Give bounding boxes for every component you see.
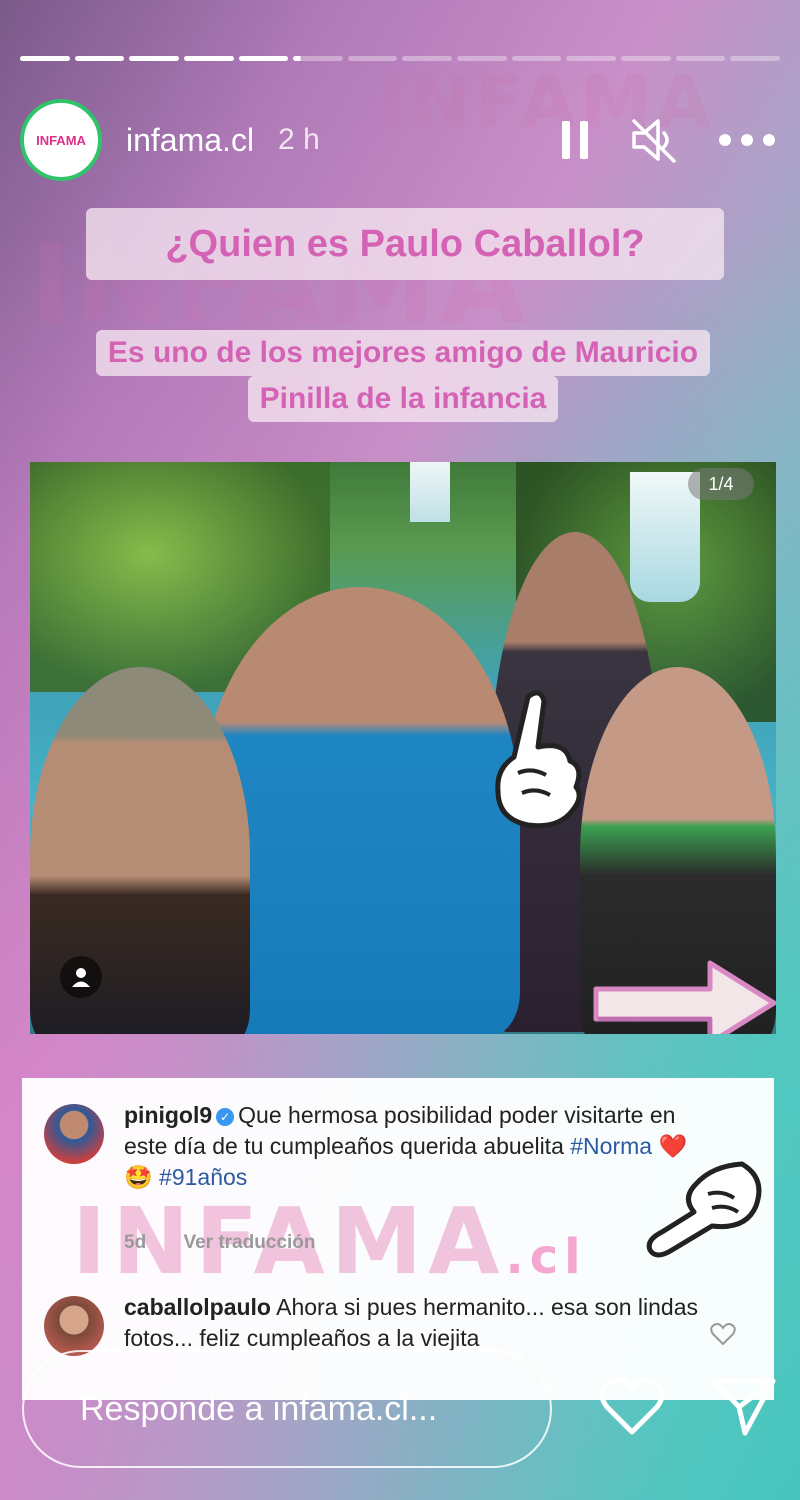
hashtag-link[interactable]: #Norma <box>570 1133 652 1159</box>
story-photo: 1/4 <box>30 462 776 1034</box>
progress-segment <box>730 56 780 61</box>
progress-segment <box>238 56 289 61</box>
like-button[interactable] <box>596 1370 668 1442</box>
progress-segment <box>20 56 70 61</box>
comments-watermark-suffix: .cl <box>505 1229 587 1285</box>
translate-link[interactable]: Ver traducción <box>183 1232 315 1253</box>
user-tag-button[interactable] <box>60 956 102 998</box>
avatar[interactable] <box>44 1296 104 1356</box>
story-header: INFAMA infama.cl 2 h <box>20 96 776 184</box>
avatar-logo-text: INFAMA <box>36 132 86 148</box>
pause-button[interactable] <box>560 119 590 161</box>
heart-icon <box>599 1377 665 1435</box>
send-button[interactable] <box>706 1370 782 1442</box>
progress-segment <box>293 56 343 61</box>
progress-segment <box>675 56 726 61</box>
progress-segment <box>74 56 125 61</box>
subtitle-line: Es uno de los mejores amigo de Mauricio <box>95 330 711 376</box>
photo-waterfall <box>410 462 450 522</box>
pause-icon <box>562 121 588 159</box>
header-controls <box>560 117 776 163</box>
story-subtitle: Es uno de los mejores amigo de Mauricio … <box>30 330 776 422</box>
hashtag-link[interactable]: #91años <box>159 1164 247 1190</box>
mute-button[interactable] <box>630 117 678 163</box>
story-title: ¿Quien es Paulo Caballol? <box>86 208 724 280</box>
pointing-hand-down-sticker <box>646 1161 762 1258</box>
progress-segment <box>457 56 507 61</box>
profile-avatar[interactable]: INFAMA <box>20 99 102 181</box>
subtitle-line: Pinilla de la infancia <box>247 376 559 422</box>
username[interactable]: infama.cl <box>126 122 254 159</box>
arrow-sticker <box>593 960 776 1034</box>
reply-input[interactable]: Responde a infama.cl... <box>22 1350 552 1468</box>
story-view: INFAMA INFAMA INFAMA infama.cl 2 h ¿Quie… <box>0 0 800 1500</box>
progress-segment <box>566 56 617 61</box>
progress-segment <box>511 56 562 61</box>
user-tag-icon <box>72 968 90 987</box>
progress-segment <box>183 56 234 61</box>
comment-age: 5d <box>124 1232 147 1253</box>
progress-segment <box>621 56 671 61</box>
verified-icon: ✓ <box>216 1108 235 1126</box>
comment-text: pinigol9 ✓ Que hermosa posibilidad poder v… <box>124 1100 704 1193</box>
time-ago: 2 h <box>278 123 320 156</box>
send-icon <box>712 1378 776 1436</box>
story-progress-bar <box>20 56 780 61</box>
comment-text: caballolpaulo Ahora si pues hermanito...… <box>124 1292 704 1354</box>
progress-segment <box>402 56 453 61</box>
more-icon <box>719 134 775 146</box>
comment-meta: 5d Ver traducción <box>124 1232 347 1254</box>
more-options-button[interactable] <box>718 133 776 147</box>
progress-segment <box>129 56 179 61</box>
avatar[interactable] <box>44 1104 104 1164</box>
comment-username[interactable]: caballolpaulo <box>124 1294 271 1320</box>
comment-username[interactable]: pinigol9 <box>124 1102 212 1128</box>
muted-speaker-icon <box>632 119 676 163</box>
pointing-hand-sticker <box>495 690 582 829</box>
like-comment-icon[interactable] <box>710 1322 736 1346</box>
progress-segment <box>347 56 398 61</box>
photo-counter: 1/4 <box>688 468 754 500</box>
